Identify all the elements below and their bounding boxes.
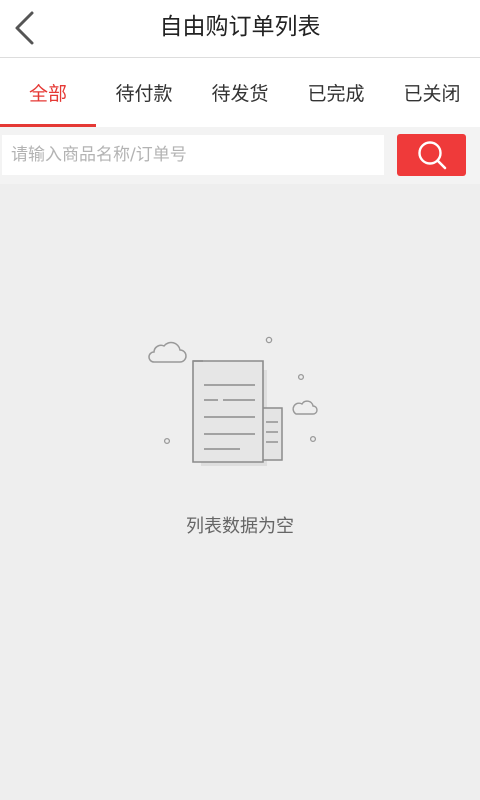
order-list-page: 自由购订单列表 全部 待付款 待发货 已完成 已关闭 请输入商品名称/订单号 列… — [0, 0, 480, 800]
header-bar: 自由购订单列表 — [0, 0, 480, 58]
chevron-left-icon — [15, 11, 34, 45]
search-bar — [0, 127, 480, 184]
page-title: 自由购订单列表 — [159, 14, 321, 40]
search-input[interactable] — [2, 135, 384, 175]
tab-pending-shipment[interactable]: 待发货 — [192, 58, 288, 127]
search-button[interactable] — [397, 134, 466, 176]
order-status-tabs: 全部 待付款 待发货 已完成 已关闭 — [0, 58, 480, 127]
empty-state-message: 列表数据为空 — [186, 516, 294, 537]
tab-pending-payment[interactable]: 待付款 — [96, 58, 192, 127]
empty-document-illustration — [148, 336, 318, 466]
tab-closed[interactable]: 已关闭 — [384, 58, 480, 127]
tab-all[interactable]: 全部 — [0, 58, 96, 127]
search-icon — [418, 141, 447, 170]
tab-completed[interactable]: 已完成 — [288, 58, 384, 127]
back-button[interactable] — [0, 0, 56, 58]
